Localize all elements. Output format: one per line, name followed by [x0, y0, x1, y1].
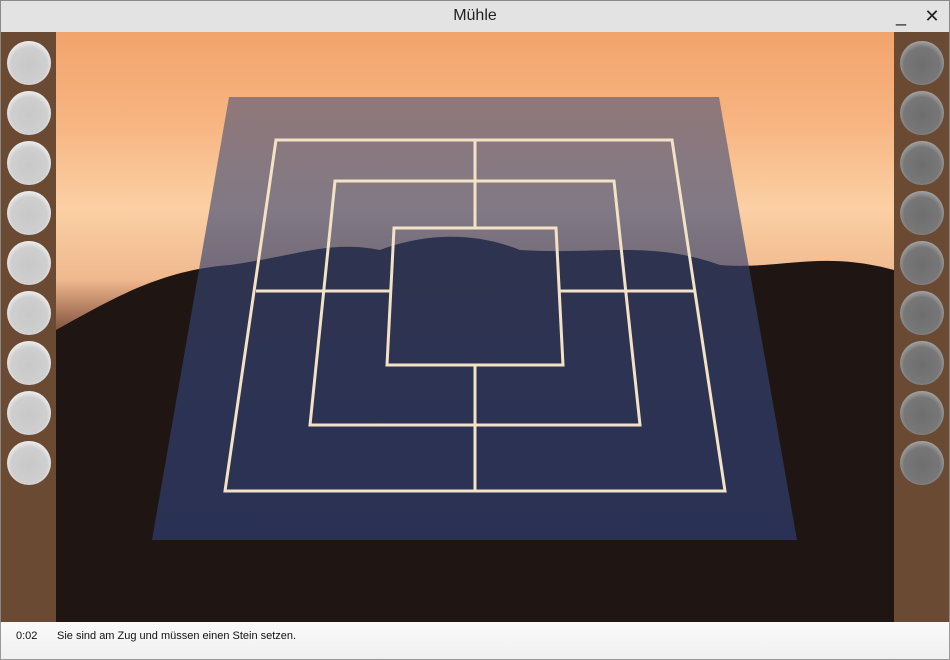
white-stone[interactable]	[7, 91, 51, 135]
window-title: Mühle	[453, 7, 497, 24]
black-stone-pool	[894, 32, 950, 622]
status-message: Sie sind am Zug und müssen einen Stein s…	[57, 630, 297, 642]
white-stone[interactable]	[7, 291, 51, 335]
title-bar: Mühle _ ✕	[0, 0, 950, 32]
black-stone[interactable]	[900, 341, 944, 385]
black-stone[interactable]	[900, 91, 944, 135]
minimize-button[interactable]: _	[886, 3, 916, 29]
white-stone[interactable]	[7, 41, 51, 85]
black-stone[interactable]	[900, 191, 944, 235]
game-timer: 0:02	[16, 630, 38, 642]
black-stone[interactable]	[900, 441, 944, 485]
black-stone[interactable]	[900, 141, 944, 185]
white-stone[interactable]	[7, 191, 51, 235]
black-stone[interactable]	[900, 241, 944, 285]
white-stone-pool	[0, 32, 56, 622]
black-stone[interactable]	[900, 291, 944, 335]
black-stone[interactable]	[900, 391, 944, 435]
white-stone[interactable]	[7, 141, 51, 185]
white-stone[interactable]	[7, 391, 51, 435]
white-stone[interactable]	[7, 241, 51, 285]
game-board-area[interactable]	[0, 32, 950, 622]
status-bar: 0:02 Sie sind am Zug und müssen einen St…	[0, 622, 950, 660]
white-stone[interactable]	[7, 341, 51, 385]
black-stone[interactable]	[900, 41, 944, 85]
close-button[interactable]: ✕	[917, 3, 947, 29]
white-stone[interactable]	[7, 441, 51, 485]
